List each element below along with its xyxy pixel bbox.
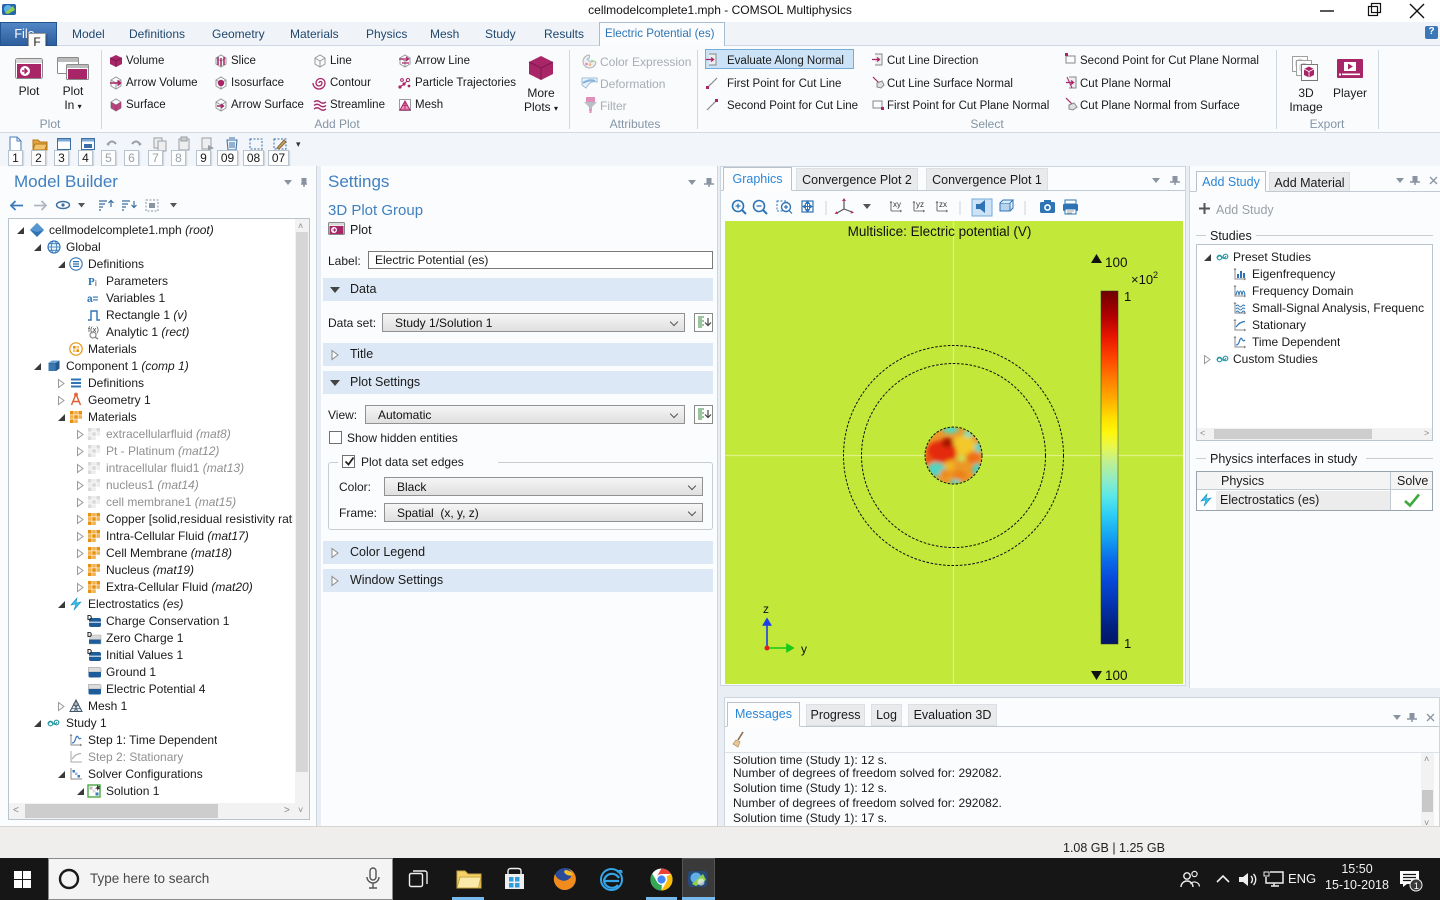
svg-text:D: D (87, 615, 92, 622)
svg-text:Multislice: Electric potential: Multislice: Electric potential (V) (848, 224, 1032, 239)
svg-text:100: 100 (1105, 255, 1128, 270)
svg-text:1: 1 (1124, 636, 1131, 651)
svg-text:×10: ×10 (1131, 272, 1153, 287)
svg-text:z: z (763, 602, 769, 616)
svg-text:a=: a= (87, 294, 99, 305)
svg-text:100: 100 (1105, 668, 1128, 683)
svg-text:1: 1 (1414, 881, 1419, 892)
svg-text:P: P (88, 276, 95, 288)
svg-text:y: y (801, 642, 807, 656)
svg-text:i: i (95, 279, 97, 288)
svg-text:yz: yz (916, 200, 924, 209)
svg-text:xy: xy (893, 200, 901, 209)
svg-text:1: 1 (1124, 289, 1131, 304)
svg-text:2: 2 (1153, 270, 1158, 280)
svg-text:zx: zx (939, 200, 947, 209)
svg-text:D: D (87, 649, 92, 656)
svg-text:D: D (87, 632, 92, 639)
